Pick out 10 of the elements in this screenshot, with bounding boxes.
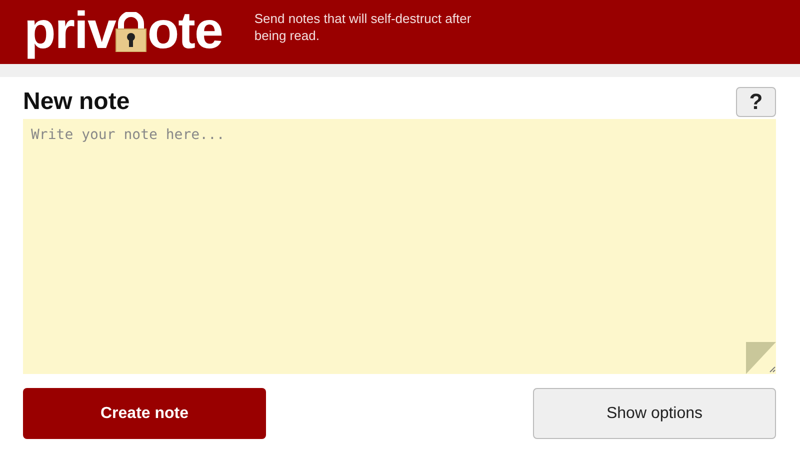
help-button[interactable]: ? <box>736 87 776 117</box>
create-button[interactable]: Create note <box>23 388 266 439</box>
tagline: Send notes that will self-destruct after being read. <box>254 10 472 44</box>
page-curl-icon <box>746 342 776 374</box>
note-title: New note <box>23 88 130 116</box>
options-button[interactable]: Show options <box>533 388 776 439</box>
padlock-icon <box>115 12 148 52</box>
logo-text: priv <box>24 2 116 60</box>
logo-text: ote <box>147 2 222 60</box>
note-textarea[interactable]: Write your note here... <box>23 119 776 374</box>
